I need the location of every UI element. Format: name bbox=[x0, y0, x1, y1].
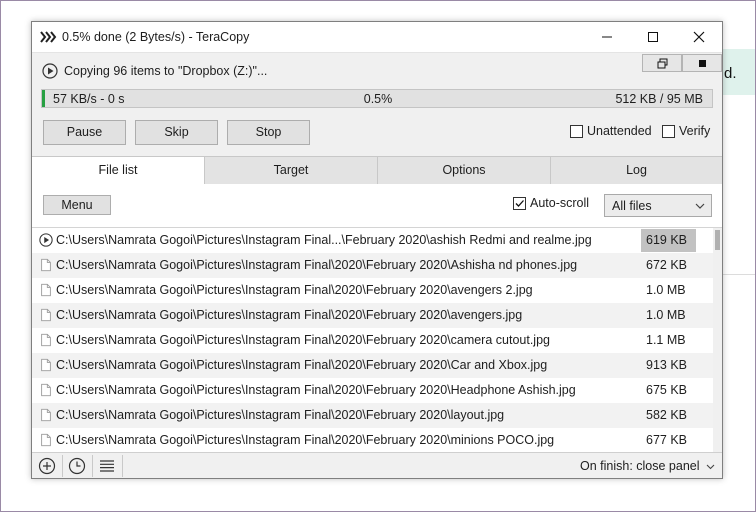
title-bar[interactable]: 0.5% done (2 Bytes/s) - TeraCopy bbox=[32, 22, 722, 53]
file-row[interactable]: C:\Users\Namrata Gogoi\Pictures\Instagra… bbox=[32, 253, 713, 278]
list-icon[interactable] bbox=[98, 457, 116, 475]
on-finish-label: On finish: close panel bbox=[580, 459, 700, 473]
file-path: C:\Users\Namrata Gogoi\Pictures\Instagra… bbox=[56, 433, 555, 447]
copy-status-text: Copying 96 items to "Dropbox (Z:)"... bbox=[64, 64, 268, 78]
file-path: C:\Users\Namrata Gogoi\Pictures\Instagra… bbox=[56, 258, 578, 272]
unattended-label[interactable]: Unattended bbox=[587, 124, 652, 138]
maximize-button[interactable] bbox=[630, 22, 676, 53]
file-path: C:\Users\Namrata Gogoi\Pictures\Instagra… bbox=[56, 383, 576, 397]
file-size: 672 KB bbox=[646, 258, 688, 272]
background-divider bbox=[722, 274, 756, 275]
file-row[interactable]: C:\Users\Namrata Gogoi\Pictures\Instagra… bbox=[32, 428, 713, 452]
file-row[interactable]: C:\Users\Namrata Gogoi\Pictures\Instagra… bbox=[32, 303, 713, 328]
file-size: 677 KB bbox=[646, 433, 688, 447]
file-size: 619 KB bbox=[646, 233, 688, 247]
restore-icon bbox=[657, 58, 668, 69]
verify-checkbox[interactable] bbox=[662, 125, 675, 138]
file-row[interactable]: C:\Users\Namrata Gogoi\Pictures\Instagra… bbox=[32, 353, 713, 378]
auto-scroll-label[interactable]: Auto-scroll bbox=[530, 196, 589, 210]
background-text: d. bbox=[724, 65, 737, 82]
unattended-checkbox[interactable] bbox=[570, 125, 583, 138]
file-row[interactable]: C:\Users\Namrata Gogoi\Pictures\Instagra… bbox=[32, 328, 713, 353]
checkmark-icon bbox=[515, 200, 524, 207]
play-icon bbox=[42, 63, 58, 79]
stop-icon bbox=[699, 60, 706, 67]
tab-log[interactable]: Log bbox=[550, 157, 722, 185]
toolbar-separator bbox=[92, 455, 93, 477]
progress-bar: 57 KB/s - 0 s 0.5% 512 KB / 95 MB bbox=[41, 89, 713, 108]
toolbar-separator bbox=[122, 455, 123, 477]
add-icon[interactable] bbox=[38, 457, 56, 475]
vertical-scrollbar[interactable] bbox=[713, 228, 722, 452]
file-list: C:\Users\Namrata Gogoi\Pictures\Instagra… bbox=[32, 227, 722, 452]
stop-panel-button[interactable] bbox=[682, 54, 722, 72]
file-icon bbox=[41, 383, 51, 397]
file-icon bbox=[41, 408, 51, 422]
file-icon bbox=[41, 308, 51, 322]
file-path: C:\Users\Namrata Gogoi\Pictures\Instagra… bbox=[56, 333, 550, 347]
tab-bar: File list Target Options Log bbox=[32, 156, 722, 185]
tab-target[interactable]: Target bbox=[204, 157, 377, 185]
scrollbar-thumb[interactable] bbox=[715, 230, 720, 250]
close-icon bbox=[693, 31, 705, 43]
file-size: 1.0 MB bbox=[646, 283, 686, 297]
file-path: C:\Users\Namrata Gogoi\Pictures\Instagra… bbox=[56, 283, 533, 297]
file-size: 1.0 MB bbox=[646, 308, 686, 322]
play-icon bbox=[39, 233, 53, 247]
file-row[interactable]: C:\Users\Namrata Gogoi\Pictures\Instagra… bbox=[32, 378, 713, 403]
on-finish-dropdown[interactable]: On finish: close panel bbox=[580, 459, 715, 473]
file-filter-select[interactable]: All files bbox=[604, 194, 712, 217]
file-row[interactable]: C:\Users\Namrata Gogoi\Pictures\Instagra… bbox=[32, 278, 713, 303]
verify-label[interactable]: Verify bbox=[679, 124, 710, 138]
stop-button[interactable]: Stop bbox=[227, 120, 310, 145]
close-button[interactable] bbox=[676, 22, 722, 53]
chevron-down-icon bbox=[695, 203, 705, 209]
status-row: Copying 96 items to "Dropbox (Z:)"... bbox=[32, 54, 722, 88]
file-path: C:\Users\Namrata Gogoi\Pictures\Instagra… bbox=[56, 358, 548, 372]
bottom-bar: On finish: close panel bbox=[32, 452, 722, 478]
window-title: 0.5% done (2 Bytes/s) - TeraCopy bbox=[62, 30, 250, 44]
minimize-icon bbox=[602, 36, 612, 38]
minimize-button[interactable] bbox=[584, 22, 630, 53]
maximize-icon bbox=[648, 32, 658, 42]
file-size: 1.1 MB bbox=[646, 333, 686, 347]
file-icon bbox=[41, 333, 51, 347]
file-list-toolbar: Menu Auto-scroll All files bbox=[32, 184, 722, 227]
file-path: C:\Users\Namrata Gogoi\Pictures\Instagra… bbox=[56, 408, 505, 422]
auto-scroll-checkbox[interactable] bbox=[513, 197, 526, 210]
history-icon[interactable] bbox=[68, 457, 86, 475]
toolbar-separator bbox=[62, 455, 63, 477]
tab-file-list[interactable]: File list bbox=[32, 157, 204, 185]
tab-options[interactable]: Options bbox=[377, 157, 550, 185]
file-row[interactable]: C:\Users\Namrata Gogoi\Pictures\Instagra… bbox=[32, 403, 713, 428]
chevron-down-icon bbox=[706, 464, 715, 470]
file-icon bbox=[41, 258, 51, 272]
file-icon bbox=[41, 433, 51, 447]
restore-panel-button[interactable] bbox=[642, 54, 682, 72]
file-path: C:\Users\Namrata Gogoi\Pictures\Instagra… bbox=[56, 308, 523, 322]
background-window-strip: d. bbox=[722, 49, 756, 95]
file-size: 582 KB bbox=[646, 408, 688, 422]
file-filter-value: All files bbox=[612, 199, 652, 213]
file-path: C:\Users\Namrata Gogoi\Pictures\Instagra… bbox=[56, 233, 592, 247]
file-icon bbox=[41, 283, 51, 297]
menu-button[interactable]: Menu bbox=[43, 195, 111, 215]
progress-size: 512 KB / 95 MB bbox=[615, 92, 703, 106]
skip-button[interactable]: Skip bbox=[135, 120, 218, 145]
file-size: 675 KB bbox=[646, 383, 688, 397]
teracopy-icon bbox=[40, 31, 57, 43]
file-size: 913 KB bbox=[646, 358, 688, 372]
pause-button[interactable]: Pause bbox=[43, 120, 126, 145]
progress-percent: 0.5% bbox=[363, 92, 393, 106]
file-row[interactable]: C:\Users\Namrata Gogoi\Pictures\Instagra… bbox=[32, 228, 713, 253]
teracopy-window: 0.5% done (2 Bytes/s) - TeraCopy Copying… bbox=[31, 21, 723, 479]
file-icon bbox=[41, 358, 51, 372]
